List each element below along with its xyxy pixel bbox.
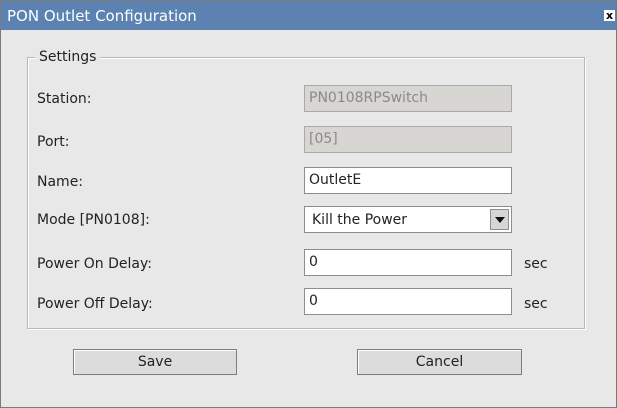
mode-selected-value: Kill the Power [312, 212, 408, 228]
dialog-title: PON Outlet Configuration [7, 7, 197, 25]
mode-label: Mode [PN0108]: [37, 212, 150, 228]
power-on-delay-unit: sec [524, 256, 548, 272]
port-field: [05] [304, 126, 512, 153]
power-on-delay-field[interactable]: 0 [304, 249, 512, 276]
power-off-delay-field[interactable]: 0 [304, 288, 512, 315]
cancel-button[interactable]: Cancel [357, 349, 522, 375]
save-button[interactable]: Save [73, 349, 237, 375]
settings-legend: Settings [35, 49, 101, 65]
name-label: Name: [37, 174, 84, 190]
chevron-down-icon[interactable] [490, 209, 509, 230]
station-label: Station: [37, 91, 92, 107]
power-on-delay-label: Power On Delay: [37, 256, 152, 272]
title-bar: PON Outlet Configuration x [1, 1, 616, 30]
close-icon[interactable]: x [604, 10, 615, 21]
pon-outlet-configuration-dialog: PON Outlet Configuration x Settings Stat… [0, 0, 617, 408]
mode-select[interactable]: Kill the Power [304, 206, 512, 233]
name-field[interactable]: OutletE [304, 167, 512, 194]
station-field: PN0108RPSwitch [304, 85, 512, 112]
power-off-delay-label: Power Off Delay: [37, 296, 153, 312]
port-label: Port: [37, 134, 70, 150]
power-off-delay-unit: sec [524, 296, 548, 312]
